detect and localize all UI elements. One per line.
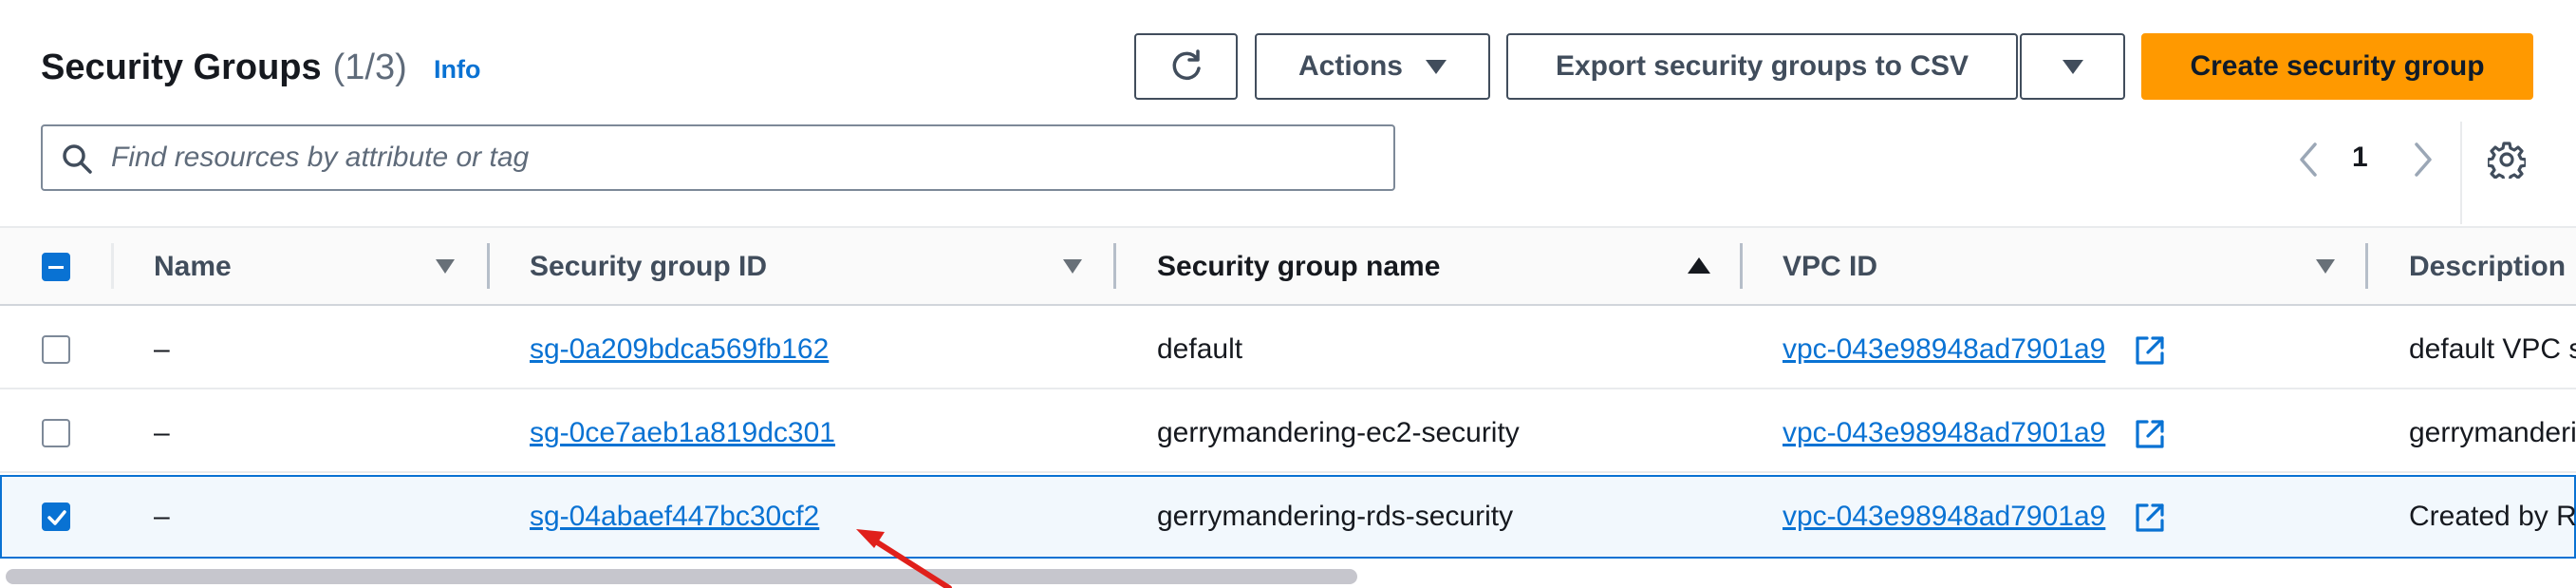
refresh-button[interactable] (1134, 33, 1238, 100)
refresh-icon (1172, 49, 1201, 81)
cell-security-group-name: gerrymandering-rds-security (1157, 501, 1514, 532)
preferences-divider (2460, 122, 2462, 224)
selection-count: (1/3) (332, 47, 407, 87)
select-all-checkbox[interactable] (42, 253, 70, 281)
sort-icon[interactable] (436, 259, 455, 274)
column-divider[interactable] (1740, 243, 1743, 289)
column-header-security-group-name[interactable]: Security group name (1157, 250, 1440, 284)
export-label: Export security groups to CSV (1555, 50, 1969, 82)
column-header-security-group-id[interactable]: Security group ID (530, 250, 767, 284)
sort-ascending-icon[interactable] (1688, 257, 1710, 274)
search-icon (63, 144, 92, 174)
search-field[interactable] (41, 124, 1395, 191)
cell-security-group-name: gerrymandering-ec2-security (1157, 417, 1520, 448)
horizontal-scrollbar-thumb[interactable] (6, 569, 1357, 584)
column-header-description[interactable]: Description (2409, 250, 2566, 284)
security-group-id-link[interactable]: sg-0ce7aeb1a819dc301 (530, 416, 835, 450)
preferences-button[interactable] (2486, 141, 2528, 183)
column-header-name[interactable]: Name (154, 250, 232, 284)
external-link-icon[interactable] (2134, 502, 2166, 539)
cell-description: gerrymandering (2409, 417, 2576, 448)
actions-dropdown-button[interactable]: Actions (1255, 33, 1490, 100)
column-divider[interactable] (2365, 243, 2368, 289)
column-header-vpc-id[interactable]: VPC ID (1783, 250, 1877, 284)
row-checkbox[interactable] (42, 419, 70, 447)
create-label: Create security group (2190, 50, 2485, 82)
next-page-button[interactable] (2409, 141, 2437, 183)
chevron-right-icon (2415, 142, 2432, 177)
caret-down-icon (2062, 59, 2083, 74)
security-group-id-link[interactable]: sg-04abaef447bc30cf2 (530, 500, 819, 534)
actions-label: Actions (1297, 50, 1403, 82)
external-link-icon[interactable] (2134, 334, 2166, 371)
create-security-group-button[interactable]: Create security group (2141, 33, 2533, 100)
current-page-number[interactable]: 1 (2352, 141, 2368, 175)
info-link[interactable]: Info (434, 55, 480, 85)
column-divider (111, 243, 114, 289)
cell-name: – (154, 501, 170, 532)
export-csv-button[interactable]: Export security groups to CSV (1506, 33, 2018, 100)
cell-security-group-name: default (1157, 333, 1243, 365)
export-options-dropdown[interactable] (2020, 33, 2125, 100)
table-row[interactable] (0, 306, 2576, 389)
chevron-left-icon (2300, 142, 2317, 177)
page-title: Security Groups (1/3) (41, 46, 407, 89)
checkmark-icon (47, 510, 66, 525)
search-input[interactable] (109, 128, 1375, 187)
external-link-icon[interactable] (2134, 418, 2166, 455)
sort-icon[interactable] (1063, 259, 1082, 274)
vpc-id-link[interactable]: vpc-043e98948ad7901a9 (1783, 416, 2105, 450)
cell-description: default VPC s (2409, 333, 2576, 365)
column-divider[interactable] (487, 243, 490, 289)
cell-name: – (154, 417, 170, 448)
column-divider[interactable] (1113, 243, 1116, 289)
security-group-id-link[interactable]: sg-0a209bdca569fb162 (530, 332, 829, 367)
row-checkbox[interactable] (42, 335, 70, 364)
gear-icon (2486, 142, 2528, 183)
previous-page-button[interactable] (2294, 141, 2323, 183)
sort-icon[interactable] (2316, 259, 2335, 274)
vpc-id-link[interactable]: vpc-043e98948ad7901a9 (1783, 332, 2105, 367)
cell-description: Created by RD (2409, 501, 2576, 532)
row-checkbox-checked[interactable] (42, 503, 70, 531)
page-title-text: Security Groups (41, 47, 322, 87)
cell-name: – (154, 333, 170, 365)
caret-down-icon (1426, 59, 1447, 74)
vpc-id-link[interactable]: vpc-043e98948ad7901a9 (1783, 500, 2105, 534)
